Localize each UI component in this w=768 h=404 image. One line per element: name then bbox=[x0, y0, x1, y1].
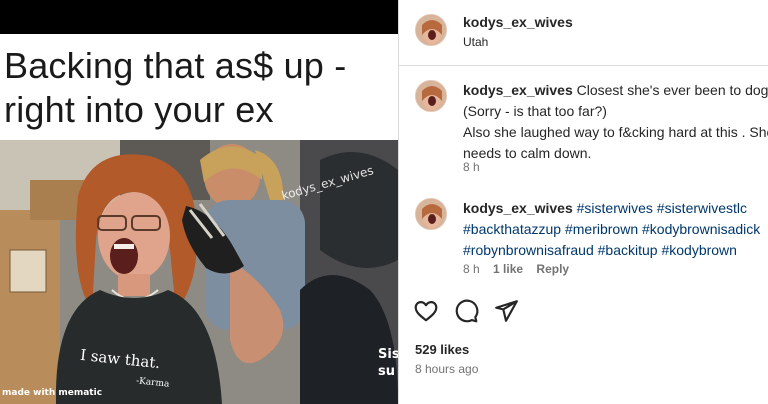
avatar-image-icon bbox=[416, 15, 446, 45]
share-icon[interactable] bbox=[493, 298, 519, 324]
meme-photo: kodys_ex_wives bbox=[0, 140, 398, 404]
meme-caption-line-1: Backing that as$ up - bbox=[4, 45, 347, 86]
likes-count[interactable]: 529 likes bbox=[415, 342, 469, 357]
meme-caption-line-2: right into your ex bbox=[4, 89, 274, 130]
hashtag-link[interactable]: #robynbrownisafraud bbox=[463, 242, 594, 258]
hashtag-link[interactable]: #sisterwives bbox=[577, 200, 653, 216]
comment-2-avatar[interactable] bbox=[415, 198, 447, 230]
post-image[interactable]: Backing that as$ up - right into your ex bbox=[0, 0, 398, 404]
comment-1-line-2: (Sorry - is that too far?) bbox=[463, 103, 607, 119]
hashtag-link[interactable]: #kodybrown bbox=[661, 242, 737, 258]
corner-text: Sis su bbox=[378, 346, 398, 380]
heart-icon[interactable] bbox=[413, 298, 439, 324]
mematic-credit: made with mematic bbox=[2, 388, 103, 398]
hashtag-link[interactable]: #kodybrownisadick bbox=[642, 221, 760, 237]
comment-1-time: 8 h bbox=[463, 160, 480, 174]
post-panel: kodys_ex_wives Utah kodys_ex_wives Close… bbox=[398, 0, 768, 404]
comment-2-username[interactable]: kodys_ex_wives bbox=[463, 200, 573, 216]
avatar-image-icon bbox=[416, 81, 446, 111]
hashtag-link[interactable]: #meribrown bbox=[565, 221, 638, 237]
avatar-image-icon bbox=[416, 199, 446, 229]
image-top-bar bbox=[0, 0, 398, 34]
reply-button[interactable]: Reply bbox=[536, 262, 569, 276]
comment-1-line-4: needs to calm down. bbox=[463, 145, 592, 161]
comment-1: kodys_ex_wives Closest she's ever been t… bbox=[463, 80, 768, 164]
comment-1-line-3: Also she laughed way to f&cking hard at … bbox=[463, 124, 768, 140]
post-header: kodys_ex_wives Utah bbox=[399, 0, 768, 66]
post-location[interactable]: Utah bbox=[463, 35, 488, 49]
comment-2-likes[interactable]: 1 like bbox=[493, 262, 523, 276]
comment-1-username[interactable]: kodys_ex_wives bbox=[463, 82, 573, 98]
comment-2-time: 8 h bbox=[463, 262, 480, 276]
comment-2-meta: 8 h 1 like Reply bbox=[463, 262, 569, 276]
corner-text-1: Sis bbox=[378, 347, 398, 362]
meme-caption: Backing that as$ up - right into your ex bbox=[4, 44, 396, 132]
comment-1-avatar[interactable] bbox=[415, 80, 447, 112]
corner-text-2: su bbox=[378, 364, 395, 379]
hashtag-link[interactable]: #backthatazzup bbox=[463, 221, 561, 237]
comment-1-line-1: Closest she's ever been to doggy. bbox=[576, 82, 768, 98]
author-username[interactable]: kodys_ex_wives bbox=[463, 14, 573, 30]
author-avatar[interactable] bbox=[415, 14, 447, 46]
hashtag-link[interactable]: #sisterwivestlc bbox=[657, 200, 747, 216]
posted-time: 8 hours ago bbox=[415, 362, 479, 376]
hashtag-link[interactable]: #backitup bbox=[598, 242, 658, 258]
comment-2: kodys_ex_wives #sisterwives #sisterwives… bbox=[463, 198, 763, 261]
comment-1-meta: 8 h bbox=[463, 160, 480, 174]
comment-icon[interactable] bbox=[453, 298, 479, 324]
